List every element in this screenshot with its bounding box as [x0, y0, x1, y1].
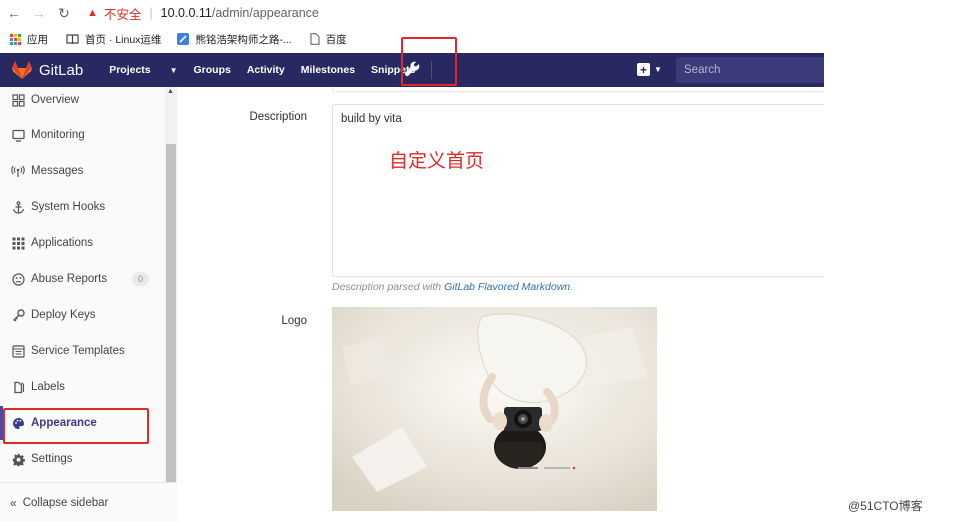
markdown-help-text: Description parsed with GitLab Flavored … — [332, 281, 573, 293]
annotation-text: 自定义首页 — [389, 151, 485, 172]
sidebar-item-settings[interactable]: Settings — [0, 442, 165, 476]
browser-address-bar: ← → ↻ ▲ 不安全 | 10.0.0.11/admin/appearance — [0, 0, 824, 26]
anchor-icon — [11, 200, 25, 214]
sidebar-item-label: Settings — [31, 453, 73, 465]
sidebar-item-messages[interactable]: Messages — [0, 154, 165, 188]
help-suffix: . — [570, 281, 574, 293]
description-textarea[interactable]: build by vita — [332, 104, 824, 277]
key-icon — [11, 308, 25, 322]
sidebar-item-label: Labels — [31, 381, 65, 393]
sidebar-scrollbar[interactable]: ▲ — [165, 87, 177, 482]
description-label: Description — [249, 111, 307, 123]
bookmark-label: 应用 — [27, 33, 48, 46]
sidebar-item-labels[interactable]: Labels — [0, 370, 165, 404]
count-badge: 0 — [132, 272, 149, 286]
frown-icon — [11, 272, 25, 286]
sidebar-item-monitoring[interactable]: Monitoring — [0, 118, 165, 152]
gitlab-tanuki-icon — [12, 61, 32, 79]
plus-icon: + — [637, 63, 650, 76]
sidebar-item-overview[interactable]: Overview — [0, 83, 165, 117]
highlight-box-wrench — [401, 37, 457, 86]
logo-preview-image — [332, 307, 657, 511]
sidebar-item-system-hooks[interactable]: System Hooks — [0, 190, 165, 224]
gear-icon — [11, 452, 25, 466]
blue-square-icon — [177, 33, 190, 45]
chevron-down-icon: ▼ — [654, 65, 662, 74]
bookmark-label: 熊铭浩架构师之路-... — [195, 33, 292, 46]
back-arrow-icon[interactable]: ← — [3, 2, 25, 24]
nav-activity[interactable]: Activity — [247, 64, 285, 76]
sidebar-item-label: System Hooks — [31, 201, 106, 213]
top-nav: Projects ▼ Groups Activity Milestones Sn… — [109, 61, 448, 79]
bookmark-baidu[interactable]: 百度 — [310, 32, 347, 47]
url-host: 10.0.0.11 — [160, 6, 212, 20]
chevron-down-icon: ▼ — [169, 66, 178, 75]
previous-field-edge — [332, 87, 824, 92]
apps-icon — [11, 236, 25, 250]
bookmark-label: 首页 · Linux运维 — [85, 33, 162, 46]
sidebar-item-label: Messages — [31, 165, 84, 177]
collapse-sidebar-button[interactable]: « Collapse sidebar — [0, 482, 177, 522]
new-dropdown[interactable]: + ▼ — [637, 63, 662, 76]
insecure-label: 不安全 — [103, 7, 142, 22]
grid-icon — [11, 93, 25, 107]
broadcast-icon — [11, 164, 25, 178]
page-icon — [310, 33, 320, 45]
sidebar-item-label: Service Templates — [31, 345, 125, 357]
sidebar-item-label: Applications — [31, 237, 94, 249]
template-icon — [11, 344, 25, 358]
nav-milestones[interactable]: Milestones — [301, 64, 355, 76]
sidebar-item-label: Abuse Reports — [31, 273, 108, 285]
search-input[interactable]: Search — [676, 57, 824, 83]
sidebar-item-label: Overview — [31, 94, 79, 106]
help-prefix: Description parsed with — [332, 281, 445, 293]
bookmark-apps[interactable]: 应用 — [10, 32, 48, 47]
scroll-up-arrow-icon[interactable]: ▲ — [167, 88, 174, 95]
gfm-link[interactable]: GitLab Flavored Markdown — [444, 281, 570, 293]
bookmark-architect[interactable]: 熊铭浩架构师之路-... — [177, 32, 292, 47]
gitlab-brand: GitLab — [39, 61, 84, 79]
label-icon — [11, 380, 25, 394]
collapse-sidebar-label: Collapse sidebar — [22, 496, 109, 509]
book-icon — [66, 33, 79, 45]
url-field[interactable]: ▲ 不安全 | 10.0.0.11/admin/appearance — [87, 2, 319, 24]
forward-arrow-icon[interactable]: → — [28, 2, 50, 24]
url-path: /admin/appearance — [211, 6, 319, 20]
sidebar-item-service-templates[interactable]: Service Templates — [0, 334, 165, 368]
highlight-box-appearance — [3, 408, 149, 444]
sidebar-item-abuse-reports[interactable]: Abuse Reports 0 — [0, 262, 165, 296]
double-chevron-left-icon: « — [10, 495, 17, 510]
sidebar-item-deploy-keys[interactable]: Deploy Keys — [0, 298, 165, 332]
gitlab-home-link[interactable]: GitLab — [12, 61, 83, 79]
warning-icon: ▲ — [87, 7, 98, 19]
watermark-text: @51CTO博客 — [848, 499, 923, 513]
bookmark-label: 百度 — [325, 33, 347, 46]
admin-sidebar: Overview Monitoring Messages System Hook… — [0, 87, 177, 522]
sidebar-item-label: Monitoring — [31, 129, 85, 141]
url-separator: | — [149, 6, 153, 20]
nav-projects[interactable]: Projects ▼ — [109, 64, 177, 76]
sidebar-item-label: Deploy Keys — [31, 309, 96, 321]
bookmark-linux[interactable]: 首页 · Linux运维 — [66, 32, 161, 47]
monitor-icon — [11, 128, 25, 142]
apps-grid-icon — [10, 33, 21, 45]
sidebar-item-applications[interactable]: Applications — [0, 226, 165, 260]
scrollbar-thumb[interactable] — [166, 144, 176, 482]
nav-groups[interactable]: Groups — [193, 64, 230, 76]
logo-label: Logo — [281, 315, 307, 327]
reload-icon[interactable]: ↻ — [53, 2, 75, 24]
